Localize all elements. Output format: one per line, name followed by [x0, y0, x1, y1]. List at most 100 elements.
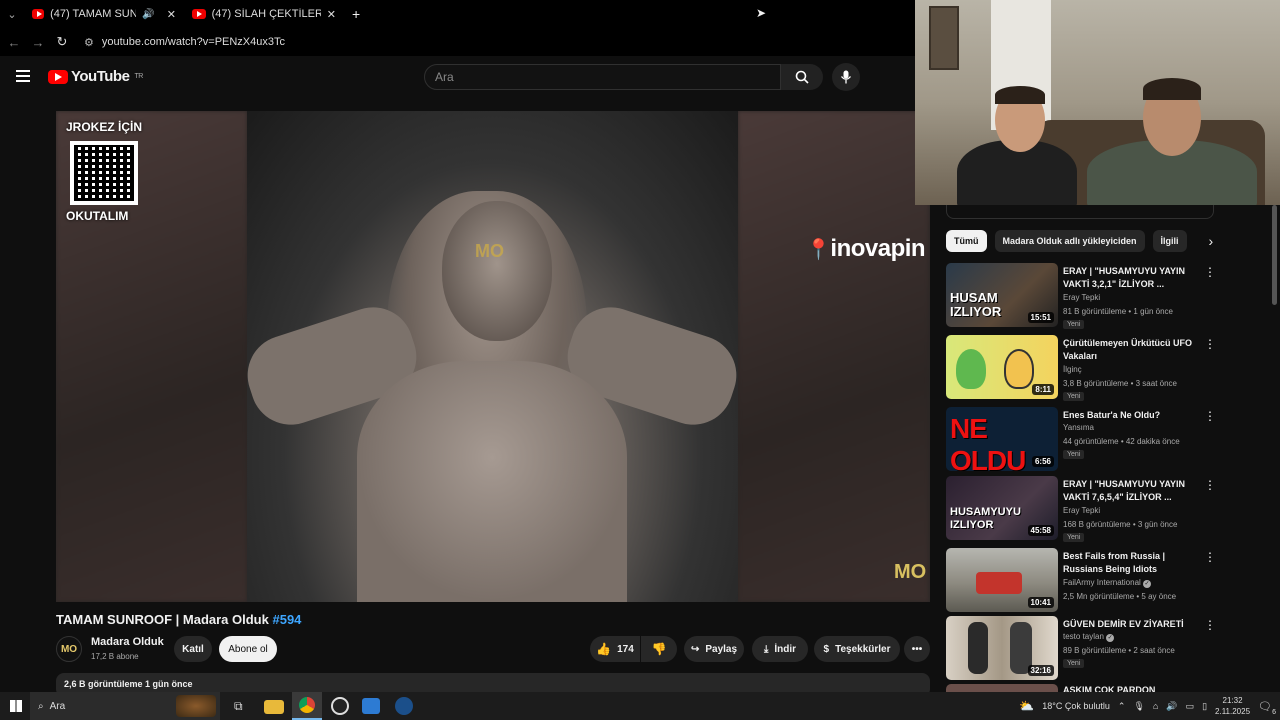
- taskbar-search[interactable]: ⌕ Ara: [30, 692, 220, 720]
- new-tab-icon[interactable]: +: [352, 6, 360, 22]
- video-thumbnail[interactable]: NE OLDU 6:56: [946, 407, 1058, 471]
- remote-desktop-icon[interactable]: [362, 698, 380, 714]
- more-vert-icon[interactable]: ⋮: [1204, 478, 1216, 492]
- chevron-right-icon[interactable]: ›: [1209, 230, 1214, 252]
- list-item[interactable]: 10:41 Best Fails from Russia | Russians …: [946, 548, 1226, 612]
- chip-related[interactable]: İlgili: [1152, 230, 1187, 252]
- reload-icon[interactable]: ↻: [50, 34, 74, 50]
- site-settings-icon[interactable]: ⚙: [84, 36, 94, 49]
- rec-channel[interactable]: FailArmy International ✓: [1063, 578, 1152, 588]
- rec-meta: 44 görüntüleme • 42 dakika önce: [1063, 437, 1180, 446]
- rec-channel[interactable]: Yansıma: [1063, 423, 1094, 432]
- alien-figure: [956, 349, 986, 389]
- rec-title[interactable]: AŞKIM ÇOK PARDON: [1063, 684, 1203, 692]
- youtube-logo[interactable]: YouTube TR: [48, 68, 143, 85]
- subscriber-count: 17,2 B abone: [91, 652, 139, 661]
- search-input[interactable]: Ara: [424, 64, 781, 90]
- close-tab-icon[interactable]: ✕: [327, 8, 336, 21]
- video-thumbnail[interactable]: HUSAM IZLIYOR 15:51: [946, 263, 1058, 327]
- more-vert-icon[interactable]: ⋮: [1204, 618, 1216, 632]
- qr-bottom-label: OKUTALIM: [66, 209, 129, 223]
- like-button[interactable]: 👍 174: [590, 636, 640, 662]
- subscribe-button[interactable]: Abone ol: [219, 636, 277, 662]
- more-vert-icon[interactable]: ⋮: [1204, 550, 1216, 564]
- speaker-icon[interactable]: 🔊: [142, 9, 154, 20]
- more-vert-icon[interactable]: ⋮: [1204, 265, 1216, 279]
- url-field[interactable]: youtube.com/watch?v=PENzX4ux3Tc: [102, 36, 285, 48]
- menu-icon[interactable]: [16, 70, 30, 82]
- clock[interactable]: 21:32 2.11.2025: [1215, 695, 1250, 717]
- display-icon[interactable]: ▭: [1186, 701, 1195, 712]
- rec-title[interactable]: Enes Batur'a Ne Oldu?: [1063, 409, 1203, 422]
- network-icon[interactable]: ⌂: [1153, 701, 1158, 711]
- channel-name[interactable]: Madara Olduk: [91, 636, 164, 648]
- back-icon[interactable]: ←: [2, 35, 26, 50]
- avatar[interactable]: MO: [56, 636, 82, 662]
- list-item[interactable]: HUSAM IZLIYOR 15:51 ERAY | "HUSAMYUYU YA…: [946, 263, 1226, 329]
- more-vert-icon[interactable]: ⋮: [1204, 409, 1216, 423]
- search-button[interactable]: [781, 64, 823, 90]
- video-thumbnail[interactable]: [946, 684, 1058, 692]
- video-thumbnail[interactable]: HUSAMYUYU IZLIYOR 45:58: [946, 476, 1058, 540]
- duration-badge: 32:16: [1027, 665, 1054, 676]
- video-thumbnail[interactable]: 10:41: [946, 548, 1058, 612]
- rec-title[interactable]: Best Fails from Russia | Russians Being …: [1063, 550, 1203, 576]
- duration-badge: 6:56: [1031, 456, 1054, 467]
- more-vert-icon[interactable]: ⋮: [1204, 337, 1216, 351]
- tray-chevron-icon[interactable]: ⌃: [1118, 701, 1126, 712]
- obs-icon[interactable]: [331, 697, 349, 715]
- region-code: TR: [134, 73, 143, 80]
- steam-icon[interactable]: [395, 697, 413, 715]
- close-tab-icon[interactable]: ✕: [167, 8, 176, 21]
- qr-top-label: JROKEZ İÇİN: [66, 120, 143, 134]
- list-item[interactable]: NE OLDU 6:56 Enes Batur'a Ne Oldu? Yansı…: [946, 407, 1226, 471]
- microphone-icon: [840, 70, 852, 84]
- tab-list-chevron-icon[interactable]: ⌄: [0, 8, 24, 21]
- chrome-icon[interactable]: [292, 692, 322, 720]
- dislike-button[interactable]: 👎: [641, 636, 677, 662]
- forward-icon[interactable]: →: [26, 35, 50, 50]
- rec-title[interactable]: ERAY | "HUSAMYUYU YAYIN VAKTİ 7,6,5,4" İ…: [1063, 478, 1203, 504]
- clock-time: 21:32: [1222, 696, 1243, 705]
- rec-title[interactable]: Çürütülemeyen Ürkütücü UFO Vakaları: [1063, 337, 1203, 363]
- list-item[interactable]: 8:11 Çürütülemeyen Ürkütücü UFO Vakaları…: [946, 335, 1226, 401]
- head-logo: MO: [475, 241, 504, 261]
- share-button[interactable]: ↪ Paylaş: [684, 636, 744, 662]
- join-button[interactable]: Katıl: [174, 636, 212, 662]
- list-item[interactable]: HUSAMYUYU IZLIYOR 45:58 ERAY | "HUSAMYUY…: [946, 476, 1226, 542]
- browser-tab-1[interactable]: (47) TAMAM SUNROOF | M 🔊 ✕: [24, 0, 184, 28]
- list-item[interactable]: AŞKIM ÇOK PARDON: [946, 684, 1226, 692]
- microphone-icon[interactable]: 🎙: [1133, 701, 1144, 712]
- clock-date: 2.11.2025: [1215, 707, 1251, 716]
- voice-search-button[interactable]: [832, 63, 860, 91]
- tram-figure: [976, 572, 1022, 594]
- rec-channel[interactable]: İlginç: [1063, 365, 1082, 374]
- hashtag-link[interactable]: #594: [272, 612, 301, 627]
- file-explorer-icon[interactable]: [264, 700, 284, 714]
- rec-channel[interactable]: Eray Tepki: [1063, 293, 1100, 302]
- rec-title[interactable]: ERAY | "HUSAMYUYU YAYIN VAKTİ 3,2,1" İZL…: [1063, 265, 1203, 291]
- rec-channel[interactable]: testo taylan ✓: [1063, 632, 1115, 642]
- browser-tab-2[interactable]: (47) SİLAH ÇEKTİLER! | Türkiye' ✕: [184, 0, 344, 28]
- windows-start-icon[interactable]: [10, 700, 22, 712]
- rec-title[interactable]: GÜVEN DEMİR EV ZİYARETİ: [1063, 618, 1203, 631]
- more-actions-button[interactable]: •••: [904, 636, 930, 662]
- rec-channel[interactable]: Eray Tepki: [1063, 506, 1100, 515]
- rec-meta: 168 B görüntüleme • 3 gün önce: [1063, 520, 1178, 529]
- notifications-icon[interactable]: 🗨 6: [1258, 700, 1276, 716]
- list-item[interactable]: 32:16 GÜVEN DEMİR EV ZİYARETİ testo tayl…: [946, 616, 1226, 680]
- youtube-favicon-icon: [192, 9, 206, 19]
- thanks-button[interactable]: $ Teşekkürler: [814, 636, 900, 662]
- video-player[interactable]: MO JROKEZ İÇİN OKUTALIM 📍inovapin MO: [56, 111, 930, 602]
- battery-icon[interactable]: ▯: [1202, 701, 1207, 712]
- video-thumbnail[interactable]: 8:11: [946, 335, 1058, 399]
- weather-text[interactable]: 18°C Çok bulutlu: [1042, 701, 1110, 711]
- task-view-icon[interactable]: ⧉: [234, 699, 243, 714]
- search-icon: [795, 70, 809, 84]
- download-button[interactable]: ⤓ İndir: [752, 636, 808, 662]
- sidebar-scrollbar[interactable]: [1272, 205, 1277, 305]
- chip-from-uploader[interactable]: Madara Olduk adlı yükleyiciden: [994, 230, 1145, 252]
- video-thumbnail[interactable]: 32:16: [946, 616, 1058, 680]
- chip-all[interactable]: Tümü: [946, 230, 987, 252]
- volume-icon[interactable]: 🔊: [1166, 701, 1177, 712]
